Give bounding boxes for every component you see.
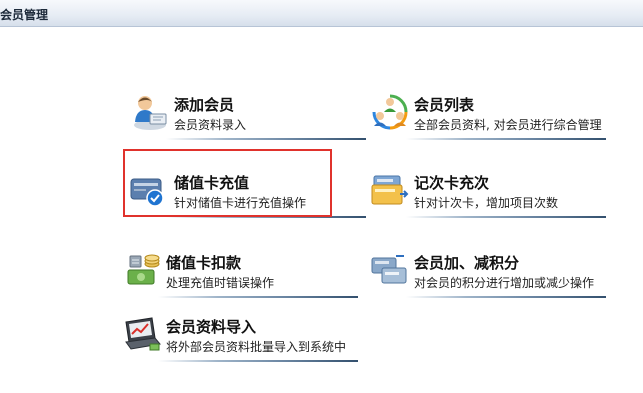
- points-adjust-desc: 对会员的积分进行增加或减少操作: [414, 276, 595, 290]
- count-card-topup-desc: 针对计次卡，增加项目次数: [414, 196, 559, 210]
- add-member-desc: 会员资料录入: [174, 118, 247, 132]
- member-list-label: 会员列表: [414, 96, 475, 114]
- add-member-icon: [130, 92, 170, 132]
- divider: [158, 296, 358, 298]
- member-import-item[interactable]: 会员资料导入 将外部会员资料批量导入到系统中: [122, 308, 362, 370]
- points-adjust-icon: [370, 250, 410, 290]
- member-list-icon: [370, 92, 410, 132]
- stored-card-deduct-desc: 处理充值时错误操作: [166, 276, 275, 290]
- add-member-label: 添加会员: [174, 96, 235, 114]
- member-list-desc: 全部会员资料, 对会员进行综合管理: [414, 118, 602, 132]
- selection-highlight: [123, 149, 332, 217]
- divider: [166, 138, 366, 140]
- count-card-icon: [370, 170, 410, 210]
- count-card-topup-item[interactable]: 记次卡充次 针对计次卡，增加项目次数: [370, 164, 610, 226]
- divider: [406, 138, 606, 140]
- points-adjust-item[interactable]: 会员加、减积分 对会员的积分进行增加或减少操作: [370, 244, 610, 306]
- stored-card-deduct-label: 储值卡扣款: [166, 254, 242, 272]
- divider: [406, 216, 606, 218]
- member-import-desc: 将外部会员资料批量导入到系统中: [166, 340, 347, 354]
- page-title: 会员管理: [0, 8, 49, 22]
- title-bar: 会员管理: [0, 0, 643, 27]
- deduct-money-icon: [122, 250, 162, 290]
- divider: [158, 360, 358, 362]
- points-adjust-label: 会员加、减积分: [414, 254, 520, 272]
- count-card-topup-label: 记次卡充次: [414, 174, 490, 192]
- member-list-item[interactable]: 会员列表 全部会员资料, 对会员进行综合管理: [370, 86, 610, 148]
- member-import-label: 会员资料导入: [166, 318, 257, 336]
- add-member-item[interactable]: 添加会员 会员资料录入: [130, 86, 370, 148]
- stored-card-deduct-item[interactable]: 储值卡扣款 处理充值时错误操作: [122, 244, 362, 306]
- divider: [406, 296, 606, 298]
- import-laptop-icon: [122, 314, 162, 354]
